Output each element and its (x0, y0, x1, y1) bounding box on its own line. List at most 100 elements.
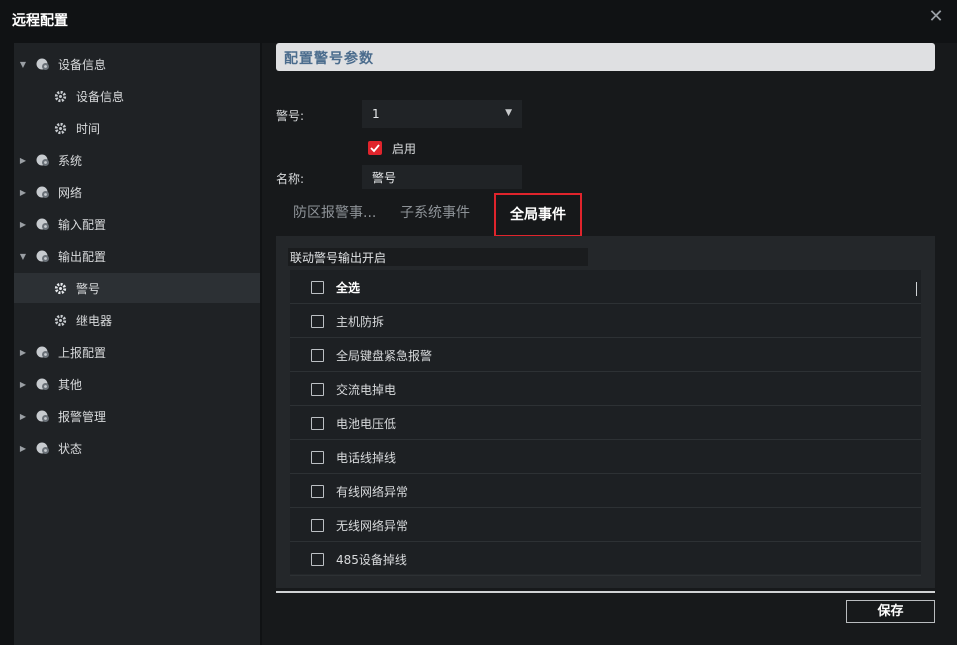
caret-down-icon[interactable]: ▼ (18, 252, 28, 261)
event-label: 电话线掉线 (336, 451, 397, 465)
name-field-label: 名称: (276, 172, 305, 186)
config-category-icon (36, 410, 49, 422)
footer-divider (276, 591, 935, 593)
event-row[interactable]: 有线网络异常 (290, 474, 921, 508)
event-checkbox[interactable] (311, 383, 324, 396)
event-checkbox[interactable] (311, 553, 324, 566)
window-title: 远程配置 (12, 13, 68, 29)
siren-select-value: 1 (372, 107, 380, 121)
title-bar: 远程配置 ✕ (0, 0, 957, 38)
event-checkbox[interactable] (311, 519, 324, 532)
sidebar-item-time[interactable]: 时间 (14, 113, 260, 143)
tab-global-events[interactable]: 全局事件 (494, 193, 582, 237)
sidebar-item-input-config[interactable]: ▶ 输入配置 (14, 209, 260, 239)
gear-icon (54, 314, 67, 326)
sidebar-item-device-info-sub[interactable]: 设备信息 (14, 81, 260, 111)
sidebar-item-label: 网络 (58, 185, 83, 200)
select-all-row[interactable]: 全选 (290, 270, 921, 304)
event-label: 485设备掉线 (336, 553, 407, 567)
caret-right-icon[interactable]: ▶ (18, 156, 28, 165)
event-checkbox[interactable] (311, 315, 324, 328)
linkage-header-text: 联动警号输出开启 (290, 251, 387, 265)
config-category-icon (36, 218, 49, 230)
sidebar-item-other[interactable]: ▶ 其他 (14, 369, 260, 399)
gear-icon (54, 90, 67, 102)
event-label: 全局键盘紧急报警 (336, 349, 433, 363)
section-header: 配置警号参数 (276, 43, 935, 71)
event-row[interactable]: 电池电压低 (290, 406, 921, 440)
caret-down-icon[interactable]: ▼ (18, 60, 28, 69)
tab-label: 子系统事件 (400, 205, 470, 221)
enable-checkbox[interactable] (368, 141, 382, 155)
section-header-title: 配置警号参数 (284, 51, 374, 67)
caret-right-icon[interactable]: ▶ (18, 444, 28, 453)
event-checkbox[interactable] (311, 451, 324, 464)
event-label: 主机防拆 (336, 315, 385, 329)
event-checkbox[interactable] (311, 349, 324, 362)
gear-icon (54, 282, 67, 294)
sidebar-item-alarm-management[interactable]: ▶ 报警管理 (14, 401, 260, 431)
sidebar-item-label: 其他 (58, 377, 83, 392)
tab-label: 全局事件 (510, 207, 566, 223)
caret-right-icon[interactable]: ▶ (18, 220, 28, 229)
siren-select[interactable]: 1 ▼ (362, 100, 522, 128)
config-category-icon (36, 346, 49, 358)
event-row[interactable]: 交流电掉电 (290, 372, 921, 406)
config-category-icon (36, 442, 49, 454)
config-category-icon (36, 154, 49, 166)
chevron-down-icon: ▼ (505, 108, 512, 118)
caret-right-icon[interactable]: ▶ (18, 188, 28, 197)
tab-bar: 防区报警事... 子系统事件 全局事件 (276, 193, 935, 237)
save-button[interactable]: 保存 (846, 600, 935, 623)
event-checkbox[interactable] (311, 417, 324, 430)
sidebar-item-label: 报警管理 (58, 409, 107, 424)
sidebar-item-label: 时间 (76, 121, 101, 136)
sidebar-tree: ▼ 设备信息 设备信息 时间 ▶ 系统 ▶ 网络 ▶ 输入配置 ▼ 输出配置 警号 继电器 ▶ 上报配置 ▶ 其他… (14, 43, 260, 645)
sidebar-item-label: 上报配置 (58, 345, 107, 360)
event-checkbox[interactable] (311, 485, 324, 498)
sidebar-item-relay[interactable]: 继电器 (14, 305, 260, 335)
tab-zone-alarm-events[interactable]: 防区报警事... (293, 201, 376, 237)
select-all-label: 全选 (336, 281, 361, 295)
gear-icon (54, 122, 67, 134)
sidebar-item-label: 状态 (58, 441, 83, 456)
scrollbar[interactable] (916, 282, 917, 296)
event-row[interactable]: 无线网络异常 (290, 508, 921, 542)
sidebar-item-label: 输出配置 (58, 249, 107, 264)
event-row[interactable]: 全局键盘紧急报警 (290, 338, 921, 372)
tab-label: 防区报警事... (293, 205, 377, 221)
select-all-checkbox[interactable] (311, 281, 324, 294)
sidebar-item-report-config[interactable]: ▶ 上报配置 (14, 337, 260, 367)
sidebar-item-label: 输入配置 (58, 217, 107, 232)
event-row[interactable]: 主机防拆 (290, 304, 921, 338)
event-row[interactable]: 485设备掉线 (290, 542, 921, 576)
caret-right-icon[interactable]: ▶ (18, 412, 28, 421)
main-panel: 配置警号参数 警号: 1 ▼ 启用 名称: 警号 防区报警事... 子系统事件 … (262, 43, 957, 645)
caret-right-icon[interactable]: ▶ (18, 380, 28, 389)
check-icon (370, 144, 380, 153)
sidebar-item-label: 设备信息 (76, 89, 125, 104)
global-events-panel: 联动警号输出开启 全选 主机防拆全局键盘紧急报警 交流电掉电电池电压低电话线掉线有… (276, 236, 935, 588)
sidebar-item-label: 设备信息 (58, 57, 107, 72)
config-category-icon (36, 378, 49, 390)
event-label: 有线网络异常 (336, 485, 409, 499)
remote-config-window: 远程配置 ✕ ▼ 设备信息 设备信息 时间 ▶ 系统 ▶ 网络 ▶ 输入配置 ▼ 输出配置 警号 继电器 ▶… (0, 0, 957, 645)
event-label: 电池电压低 (336, 417, 397, 431)
caret-right-icon[interactable]: ▶ (18, 348, 28, 357)
sidebar-item-status[interactable]: ▶ 状态 (14, 433, 260, 463)
siren-field-label: 警号: (276, 109, 305, 123)
event-label: 交流电掉电 (336, 383, 397, 397)
tab-subsystem-events[interactable]: 子系统事件 (400, 201, 470, 237)
sidebar-item-device-info[interactable]: ▼ 设备信息 (14, 49, 260, 79)
sidebar-item-system[interactable]: ▶ 系统 (14, 145, 260, 175)
name-input-value: 警号 (372, 171, 397, 185)
event-list: 全选 主机防拆全局键盘紧急报警 交流电掉电电池电压低电话线掉线有线网络异常无线网络… (290, 270, 921, 576)
sidebar-item-output-config[interactable]: ▼ 输出配置 (14, 241, 260, 271)
sidebar-item-siren[interactable]: 警号 (14, 273, 260, 303)
close-icon[interactable]: ✕ (925, 6, 947, 28)
event-row[interactable]: 电话线掉线 (290, 440, 921, 474)
linkage-header: 联动警号输出开启 (288, 248, 588, 266)
config-category-icon (36, 186, 49, 198)
sidebar-item-network[interactable]: ▶ 网络 (14, 177, 260, 207)
name-input[interactable]: 警号 (362, 165, 522, 189)
